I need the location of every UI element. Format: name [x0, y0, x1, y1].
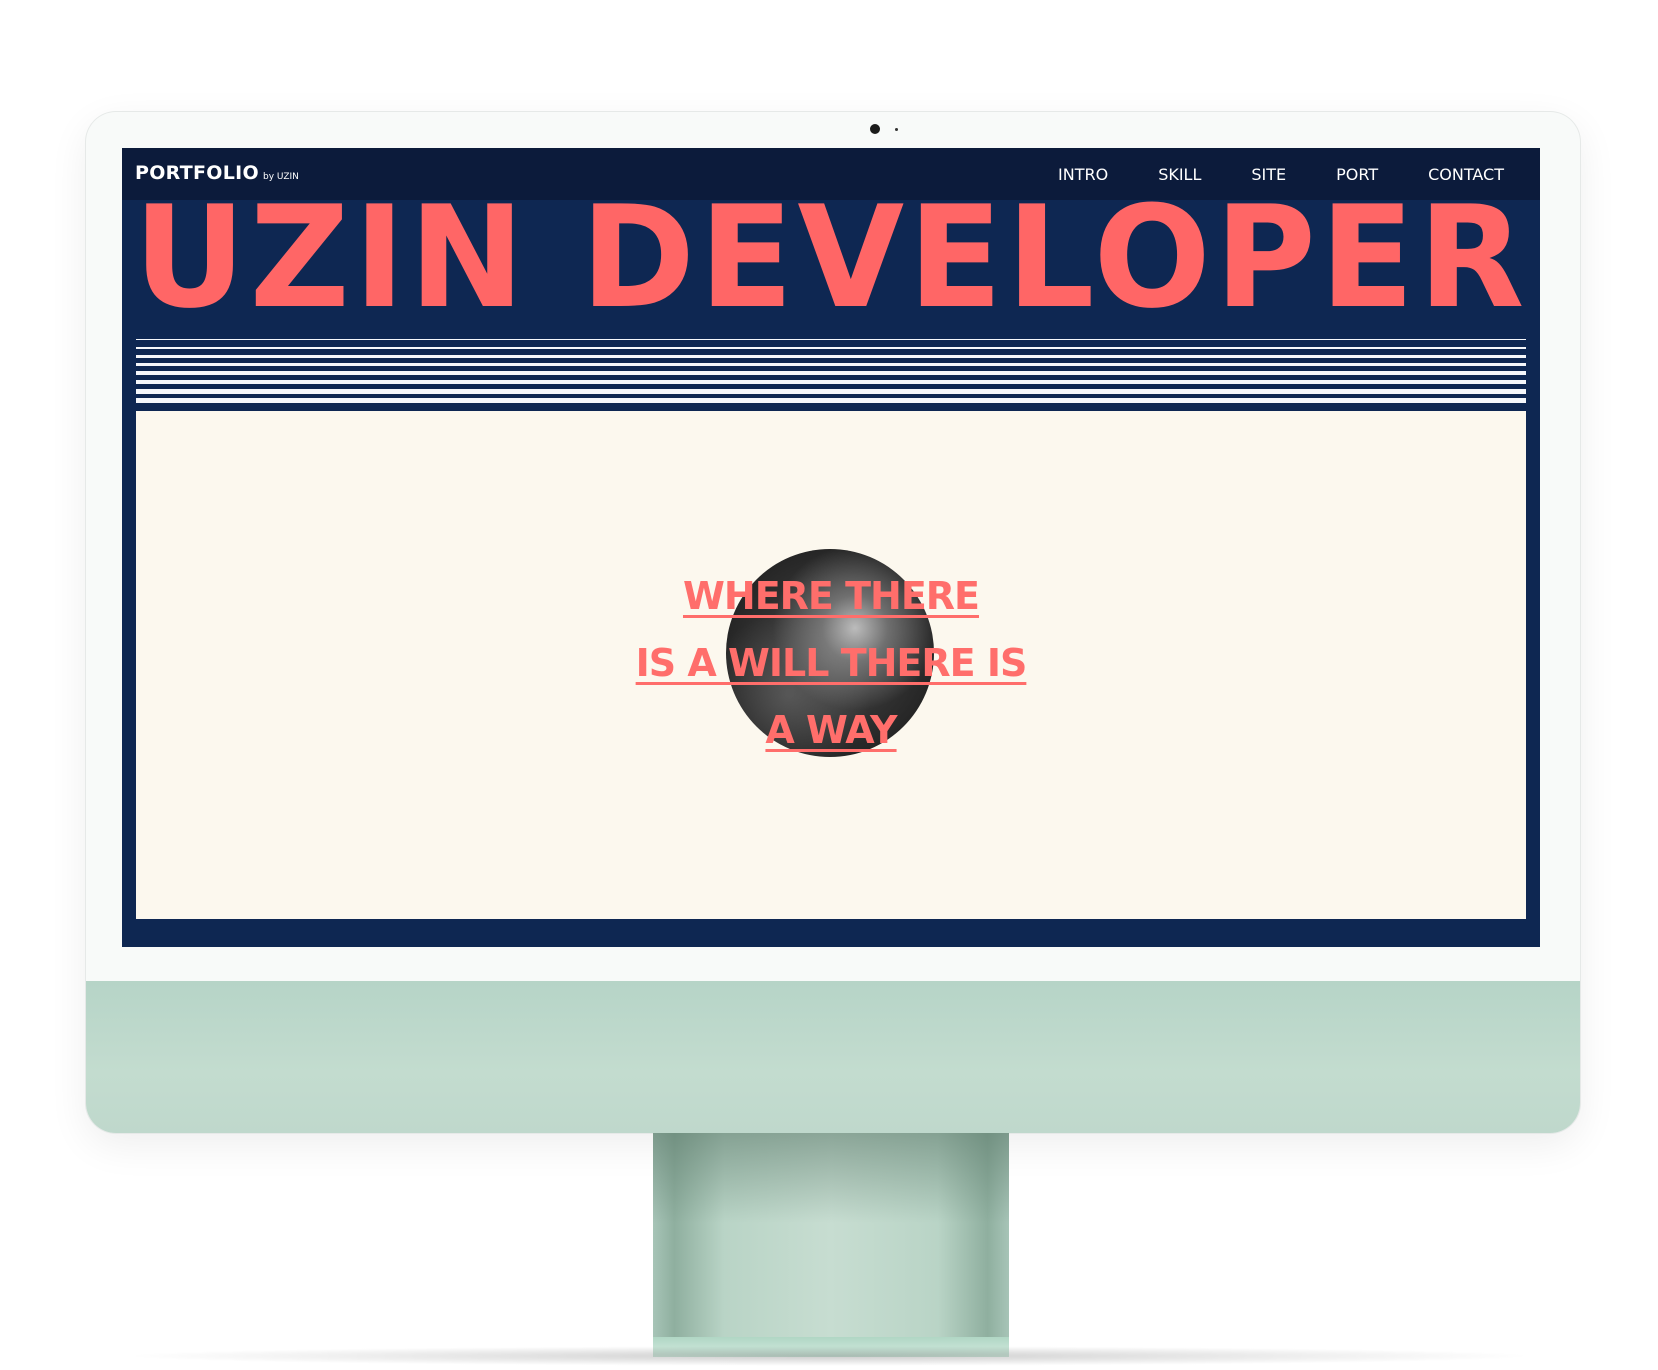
hero-title: UZIN DEVELOPER: [133, 175, 1529, 340]
camera-sensor-icon: [895, 128, 898, 131]
quote-line: A WAY: [765, 708, 897, 752]
hero-quote: WHERE THERE IS A WILL THERE IS A WAY: [136, 563, 1526, 764]
quote-line: IS A WILL THERE IS: [635, 641, 1028, 685]
stand-shadow: [120, 1346, 1538, 1366]
quote-line: WHERE THERE: [682, 574, 980, 618]
camera-icon: [870, 124, 880, 134]
website-screen: PORTFOLIO by UZIN INTRO SKILL SITE PORT C…: [122, 148, 1540, 947]
device-chin: [86, 981, 1580, 1133]
device-stand: [653, 1133, 1009, 1357]
intro-section: WHERE THERE IS A WILL THERE IS A WAY: [136, 411, 1526, 919]
decorative-stripes: [136, 339, 1526, 403]
